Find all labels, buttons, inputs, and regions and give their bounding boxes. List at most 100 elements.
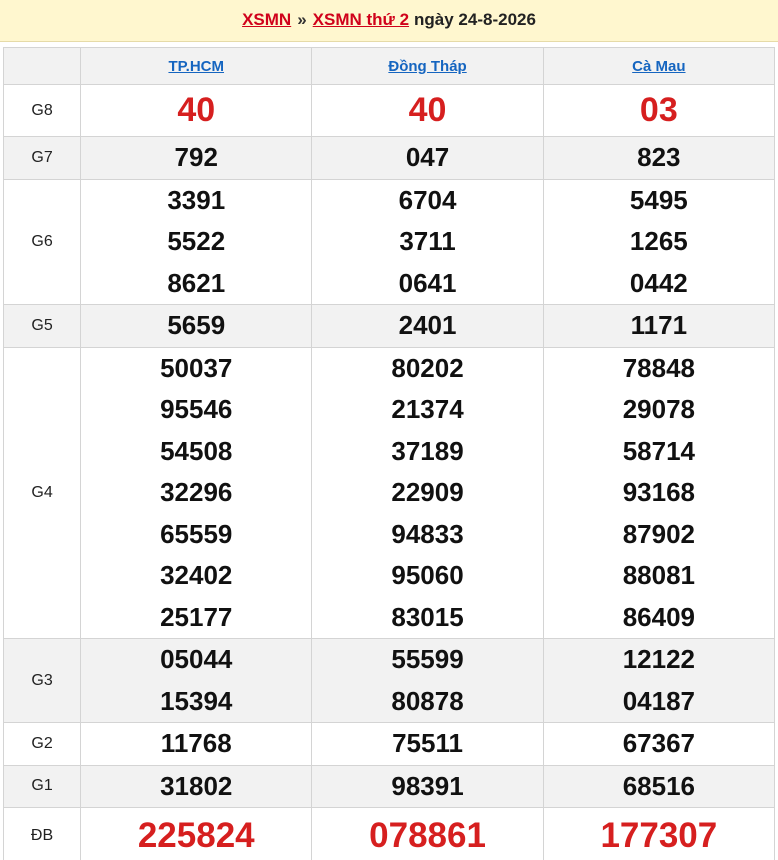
prize-cell: 55599 80878: [311, 638, 544, 723]
prize-number: 78848: [622, 352, 695, 383]
prize-number: 2401: [398, 310, 457, 340]
prize-label: G1: [2, 764, 82, 808]
prize-cell: 75511: [311, 722, 544, 766]
prize-row: G4 50037 95546 54508 32296 65559 32402 25177 802…: [2, 346, 776, 639]
prize-number: 31802: [160, 770, 233, 801]
prize-number: 75511: [392, 728, 463, 758]
province-link-ca-mau[interactable]: Cà Mau: [632, 58, 685, 75]
prize-row: G7 792 047 823: [2, 136, 776, 180]
page-header: XSMN » XSMN thứ 2 ngày 24-8-2026: [0, 0, 778, 42]
prize-cell: 31802: [80, 764, 313, 808]
prize-number: 04187: [622, 685, 695, 716]
results-table-wrapper: TP.HCM Đồng Tháp Cà Mau G8 40 40 03 G7 792 047…: [0, 42, 778, 860]
prize-cell: 5495 1265 0442: [542, 178, 776, 305]
prize-cell: 40: [80, 84, 313, 137]
province-link-dong-thap[interactable]: Đồng Tháp: [388, 58, 466, 75]
prize-number: 5659: [167, 310, 226, 340]
header-empty-cell: [2, 47, 82, 85]
prize-number: 3391: [167, 184, 226, 215]
prize-cell: 6704 3711 0641: [311, 178, 544, 305]
prize-cell: 1171: [542, 304, 776, 348]
prize-row: G3 05044 15394 55599 80878 12122 04187: [2, 638, 776, 723]
prize-number: 03: [639, 91, 678, 129]
prize-number: 29078: [622, 394, 695, 424]
table-header-row: TP.HCM Đồng Tháp Cà Mau: [2, 47, 776, 85]
prize-cell: 03: [542, 84, 776, 137]
prize-cell: 2401: [311, 304, 544, 348]
prize-row: G8 40 40 03: [2, 84, 776, 137]
prize-cell: 68516: [542, 764, 776, 808]
draw-date: ngày 24-8-2026: [414, 9, 536, 29]
prize-number: 25177: [160, 601, 233, 632]
prize-label: G2: [2, 722, 82, 766]
prize-cell: 12122 04187: [542, 638, 776, 723]
prize-number: 80878: [391, 685, 464, 716]
prize-row: G5 5659 2401 1171: [2, 304, 776, 348]
prize-number: 80202: [391, 352, 464, 383]
prize-label: G7: [2, 136, 82, 180]
prize-number: 823: [637, 142, 681, 172]
prize-cell: 98391: [311, 764, 544, 808]
prize-number: 32402: [160, 560, 233, 590]
prize-number: 83015: [391, 601, 464, 632]
prize-cell: 177307: [542, 807, 776, 860]
prize-row: ĐB 225824 078861 177307: [2, 807, 776, 860]
prize-number: 177307: [600, 816, 718, 855]
prize-number: 86409: [622, 601, 695, 632]
province-link-tphcm[interactable]: TP.HCM: [168, 58, 224, 75]
prize-cell: 3391 5522 8621: [80, 178, 313, 305]
column-header: Đồng Tháp: [311, 47, 544, 85]
prize-number: 58714: [622, 435, 695, 466]
prize-cell: 50037 95546 54508 32296 65559 32402 25177: [80, 346, 313, 639]
column-header: TP.HCM: [80, 47, 313, 85]
prize-number: 0442: [629, 267, 688, 298]
prize-number: 93168: [622, 477, 695, 507]
prize-number: 54508: [160, 435, 233, 466]
prize-number: 40: [408, 91, 447, 129]
prize-number: 32296: [160, 477, 233, 507]
prize-number: 05044: [160, 644, 233, 674]
prize-cell: 05044 15394: [80, 638, 313, 723]
prize-number: 5495: [629, 184, 688, 215]
prize-number: 12122: [622, 644, 695, 674]
prize-number: 37189: [391, 435, 464, 466]
prize-cell: 047: [311, 136, 544, 180]
prize-number: 15394: [160, 685, 233, 716]
prize-number: 67367: [622, 728, 695, 758]
xsmn-monday-link[interactable]: XSMN thứ 2: [313, 10, 409, 30]
prize-number: 078861: [369, 816, 486, 855]
prize-label: G5: [2, 304, 82, 348]
breadcrumb-separator: »: [297, 9, 307, 29]
prize-cell: 792: [80, 136, 313, 180]
prize-label: ĐB: [2, 807, 82, 860]
prize-label: G4: [2, 346, 82, 639]
prize-number: 8621: [167, 267, 226, 298]
prize-number: 68516: [622, 770, 695, 801]
prize-number: 88081: [622, 560, 695, 590]
prize-number: 55599: [391, 644, 464, 674]
results-body: G8 40 40 03 G7 792 047 823 G6 3391 5522 8621 6704 371…: [2, 84, 776, 860]
prize-cell: 5659: [80, 304, 313, 348]
prize-number: 1265: [629, 226, 688, 256]
prize-number: 21374: [391, 394, 464, 424]
prize-number: 6704: [398, 184, 457, 215]
prize-number: 40: [177, 91, 216, 129]
prize-cell: 11768: [80, 722, 313, 766]
prize-cell: 40: [311, 84, 544, 137]
prize-number: 50037: [160, 352, 233, 383]
prize-label: G3: [2, 638, 82, 723]
prize-row: G6 3391 5522 8621 6704 3711 0641 5495 1265 0442: [2, 178, 776, 305]
prize-cell: 225824: [80, 807, 313, 860]
prize-number: 5522: [167, 226, 226, 256]
prize-number: 98391: [391, 770, 464, 801]
prize-number: 95060: [391, 560, 464, 590]
xsmn-link[interactable]: XSMN: [242, 10, 291, 30]
prize-number: 95546: [160, 394, 233, 424]
prize-number: 94833: [391, 518, 464, 549]
prize-number: 87902: [622, 518, 695, 549]
prize-label: G6: [2, 178, 82, 305]
prize-number: 1171: [630, 310, 688, 340]
prize-number: 0641: [398, 267, 457, 298]
prize-label: G8: [2, 84, 82, 137]
prize-row: G2 11768 75511 67367: [2, 722, 776, 766]
